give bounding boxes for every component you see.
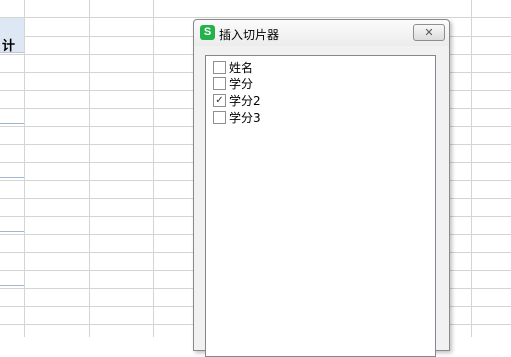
app-logo-icon: S: [200, 25, 215, 40]
field-label: 学分3: [229, 111, 261, 125]
row-divider: [0, 17, 511, 18]
column-divider: [89, 0, 90, 337]
group-divider: [0, 177, 24, 178]
header-cell-text: 计: [2, 39, 16, 54]
field-label: 学分: [229, 77, 254, 91]
group-divider: [0, 123, 24, 124]
insert-slicer-dialog: S 插入切片器 ✕ 姓名 学分 ✓ 学分2 学分3: [193, 19, 450, 357]
field-label: 学分2: [229, 94, 261, 108]
checkbox[interactable]: [213, 61, 226, 74]
checkbox-checked[interactable]: ✓: [213, 94, 226, 107]
group-divider: [0, 231, 24, 232]
field-list[interactable]: 姓名 学分 ✓ 学分2 学分3: [205, 55, 436, 357]
column-divider: [24, 0, 25, 337]
field-label: 姓名: [229, 61, 254, 75]
checkbox[interactable]: [213, 77, 226, 90]
dialog-title: 插入切片器: [219, 28, 280, 42]
column-divider: [153, 0, 154, 337]
column-divider: [471, 0, 472, 337]
group-divider: [0, 285, 24, 286]
close-button[interactable]: ✕: [413, 24, 445, 41]
dialog-titlebar[interactable]: S 插入切片器 ✕: [194, 20, 449, 46]
checkbox[interactable]: [213, 111, 226, 124]
close-icon: ✕: [424, 26, 434, 39]
checkmark-icon: ✓: [215, 95, 224, 106]
